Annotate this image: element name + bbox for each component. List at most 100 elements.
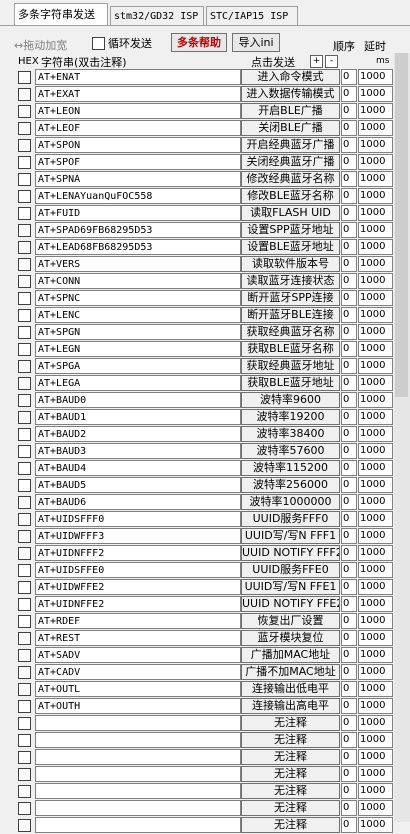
command-string-input[interactable]: AT+BAUD5 xyxy=(35,477,241,493)
send-command-button[interactable]: 设置SPP蓝牙地址 xyxy=(241,222,340,238)
hex-checkbox[interactable] xyxy=(18,615,31,628)
send-command-button[interactable]: UUID写/写N FFF1 xyxy=(241,528,340,544)
delay-input[interactable]: 1000 xyxy=(358,69,393,85)
send-command-button[interactable]: 关闭BLE广播 xyxy=(241,120,340,136)
scrollbar-thumb[interactable] xyxy=(395,53,408,397)
delay-input[interactable]: 1000 xyxy=(358,171,393,187)
send-command-button[interactable]: 开启BLE广播 xyxy=(241,103,340,119)
command-string-input[interactable]: AT+UIDNFFF2 xyxy=(35,545,241,561)
command-string-input[interactable]: AT+ENAT xyxy=(35,69,241,85)
delay-input[interactable]: 1000 xyxy=(358,324,393,340)
hex-checkbox[interactable] xyxy=(18,734,31,747)
command-string-input[interactable]: AT+CADV xyxy=(35,664,241,680)
order-input[interactable]: 0 xyxy=(341,307,357,323)
delay-input[interactable]: 1000 xyxy=(358,188,393,204)
send-command-button[interactable]: 波特率38400 xyxy=(241,426,340,442)
order-input[interactable]: 0 xyxy=(341,630,357,646)
hex-checkbox[interactable] xyxy=(18,547,31,560)
delay-input[interactable]: 1000 xyxy=(358,460,393,476)
remove-row-button[interactable]: - xyxy=(325,55,338,68)
command-string-input[interactable]: AT+EXAT xyxy=(35,86,241,102)
order-input[interactable]: 0 xyxy=(341,443,357,459)
order-input[interactable]: 0 xyxy=(341,392,357,408)
hex-checkbox[interactable] xyxy=(18,496,31,509)
command-string-input[interactable] xyxy=(35,732,241,748)
command-string-input[interactable]: AT+LEAD68FB68295D53 xyxy=(35,239,241,255)
send-command-button[interactable]: 设置BLE蓝牙地址 xyxy=(241,239,340,255)
command-string-input[interactable] xyxy=(35,766,241,782)
hex-checkbox[interactable] xyxy=(18,105,31,118)
send-command-button[interactable]: UUID NOTIFY FFF2 xyxy=(241,545,340,561)
delay-input[interactable]: 1000 xyxy=(358,732,393,748)
order-input[interactable]: 0 xyxy=(341,358,357,374)
delay-input[interactable]: 1000 xyxy=(358,715,393,731)
send-command-button[interactable]: 波特率19200 xyxy=(241,409,340,425)
hex-checkbox[interactable] xyxy=(18,241,31,254)
vertical-scrollbar[interactable] xyxy=(394,53,410,822)
send-command-button[interactable]: 断开蓝牙BLE连接 xyxy=(241,307,340,323)
send-command-button[interactable]: 广播加MAC地址 xyxy=(241,647,340,663)
command-string-input[interactable]: AT+SPAD69FB68295D53 xyxy=(35,222,241,238)
hex-checkbox[interactable] xyxy=(18,768,31,781)
delay-input[interactable]: 1000 xyxy=(358,630,393,646)
send-command-button[interactable]: 修改BLE蓝牙名称 xyxy=(241,188,340,204)
delay-input[interactable]: 1000 xyxy=(358,409,393,425)
command-string-input[interactable] xyxy=(35,800,241,816)
delay-input[interactable]: 1000 xyxy=(358,477,393,493)
command-string-input[interactable]: AT+LEGN xyxy=(35,341,241,357)
send-command-button[interactable]: 无注释 xyxy=(241,817,340,833)
hex-checkbox[interactable] xyxy=(18,309,31,322)
order-input[interactable]: 0 xyxy=(341,545,357,561)
hex-checkbox[interactable] xyxy=(18,377,31,390)
send-command-button[interactable]: 进入命令模式 xyxy=(241,69,340,85)
send-command-button[interactable]: 波特率9600 xyxy=(241,392,340,408)
delay-input[interactable]: 1000 xyxy=(358,137,393,153)
delay-input[interactable]: 1000 xyxy=(358,273,393,289)
command-string-input[interactable]: AT+BAUD0 xyxy=(35,392,241,408)
hex-checkbox[interactable] xyxy=(18,207,31,220)
hex-checkbox[interactable] xyxy=(18,581,31,594)
order-input[interactable]: 0 xyxy=(341,766,357,782)
delay-input[interactable]: 1000 xyxy=(358,154,393,170)
command-string-input[interactable]: AT+LENC xyxy=(35,307,241,323)
command-string-input[interactable]: AT+SPGN xyxy=(35,324,241,340)
send-command-button[interactable]: 获取经典蓝牙地址 xyxy=(241,358,340,374)
delay-input[interactable]: 1000 xyxy=(358,222,393,238)
order-input[interactable]: 0 xyxy=(341,647,357,663)
hex-checkbox[interactable] xyxy=(18,462,31,475)
order-input[interactable]: 0 xyxy=(341,120,357,136)
order-input[interactable]: 0 xyxy=(341,188,357,204)
send-command-button[interactable]: 蓝牙模块复位 xyxy=(241,630,340,646)
command-string-input[interactable]: AT+BAUD1 xyxy=(35,409,241,425)
order-input[interactable]: 0 xyxy=(341,256,357,272)
order-input[interactable]: 0 xyxy=(341,222,357,238)
hex-checkbox[interactable] xyxy=(18,190,31,203)
hex-checkbox[interactable] xyxy=(18,326,31,339)
order-input[interactable]: 0 xyxy=(341,409,357,425)
send-command-button[interactable]: 进入数据传输模式 xyxy=(241,86,340,102)
delay-input[interactable]: 1000 xyxy=(358,528,393,544)
drag-widen-handle[interactable]: ↔拖动加宽 xyxy=(14,37,67,53)
send-command-button[interactable]: 无注释 xyxy=(241,749,340,765)
command-string-input[interactable]: AT+SPON xyxy=(35,137,241,153)
hex-checkbox[interactable] xyxy=(18,632,31,645)
delay-input[interactable]: 1000 xyxy=(358,613,393,629)
hex-checkbox[interactable] xyxy=(18,173,31,186)
delay-input[interactable]: 1000 xyxy=(358,596,393,612)
order-input[interactable]: 0 xyxy=(341,732,357,748)
tab-stm32-isp[interactable]: stm32/GD32 ISP xyxy=(110,6,204,25)
order-input[interactable]: 0 xyxy=(341,137,357,153)
delay-input[interactable]: 1000 xyxy=(358,817,393,833)
delay-input[interactable]: 1000 xyxy=(358,256,393,272)
command-string-input[interactable] xyxy=(35,715,241,731)
order-input[interactable]: 0 xyxy=(341,613,357,629)
loop-send-checkbox[interactable] xyxy=(92,37,105,50)
order-input[interactable]: 0 xyxy=(341,562,357,578)
send-command-button[interactable]: 无注释 xyxy=(241,800,340,816)
hex-checkbox[interactable] xyxy=(18,139,31,152)
send-command-button[interactable]: 读取蓝牙连接状态 xyxy=(241,273,340,289)
hex-checkbox[interactable] xyxy=(18,819,31,832)
add-row-button[interactable]: + xyxy=(310,55,323,68)
send-command-button[interactable]: 无注释 xyxy=(241,783,340,799)
send-command-button[interactable]: 关闭经典蓝牙广播 xyxy=(241,154,340,170)
